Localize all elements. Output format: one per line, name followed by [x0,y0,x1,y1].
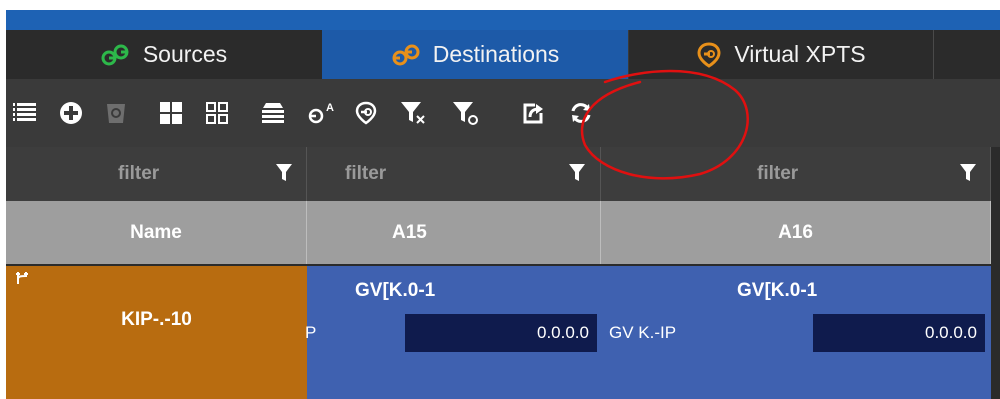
header-row: Name A15 A16 [6,201,1000,264]
filter-cell-a16[interactable]: filter [601,147,991,201]
router-icon [16,272,30,291]
top-bar [6,10,1000,30]
sources-icon [101,44,131,66]
tab-bar: Sources Destinations Virtual XPTS [6,30,1000,79]
cell-source-label: P [305,323,317,342]
filter-row: filter filter filter [6,147,1000,201]
add-icon[interactable] [56,79,86,147]
rows-icon[interactable] [258,79,288,147]
cell-source-name: GV[K.0-1 [737,280,818,301]
table-row: KIP-.-10 GV[K.0-1 P 0.0.0.0 GV[K.0-1 GV … [6,264,1000,399]
tab-label: Virtual XPTS [734,41,866,67]
filter-input-name[interactable]: filter [118,147,159,201]
filter-icon[interactable] [276,164,292,187]
tab-virtual-xpts[interactable]: Virtual XPTS [628,30,934,79]
tab-destinations[interactable]: Destinations [322,30,628,79]
svg-text:A: A [326,102,334,114]
export-icon[interactable] [518,79,548,147]
column-header-name[interactable]: Name [6,201,307,264]
refresh-icon[interactable] [566,79,596,147]
virtual-xpts-icon [696,41,722,68]
row-name-cell[interactable]: KIP-.-10 [6,266,307,399]
destination-label-icon[interactable]: A [304,79,340,147]
destinations-icon [391,44,421,66]
large-grid-icon[interactable] [156,79,186,147]
tab-label: Destinations [432,41,560,67]
filter-icon[interactable] [569,164,585,187]
filter-clear-icon[interactable] [398,79,432,147]
crosspoint-cell-a15[interactable]: GV[K.0-1 P 0.0.0.0 [305,266,601,399]
column-header-a16[interactable]: A16 [601,201,991,264]
filter-input-a15[interactable]: filter [345,147,386,201]
filter-icon[interactable] [960,164,976,187]
list-icon[interactable] [11,79,39,147]
crosspoint-cell-a16[interactable]: GV[K.0-1 GV K.-IP 0.0.0.0 [601,266,991,399]
tab-sources[interactable]: Sources [6,30,322,79]
cell-source-label: GV K.-IP [609,323,677,342]
row-name: KIP-.-10 [121,309,192,330]
virtual-icon[interactable] [351,79,381,147]
cell-ip-value: 0.0.0.0 [813,314,985,352]
cell-ip-value: 0.0.0.0 [405,314,597,352]
scroll-gutter [991,147,1000,399]
filter-cell-name[interactable]: filter [6,147,307,201]
small-grid-icon[interactable] [202,79,232,147]
app-window: Sources Destinations Virtual XPTS A filt… [6,10,1000,399]
cell-source-name: GV[K.0-1 [355,280,436,301]
filter-cell-a15[interactable]: filter [307,147,601,201]
toolbar: A [6,79,1000,147]
filter-input-a16[interactable]: filter [757,147,798,201]
delete-icon[interactable] [101,79,131,147]
tab-label: Sources [142,41,228,67]
column-header-a15[interactable]: A15 [307,201,601,264]
filter-reset-icon[interactable] [450,79,484,147]
